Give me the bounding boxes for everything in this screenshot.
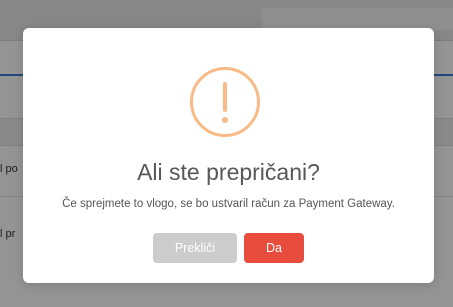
confirmation-dialog: Ali ste prepričani? Če sprejmete to vlog…: [23, 28, 434, 283]
exclamation-bar: [223, 82, 227, 112]
cancel-button[interactable]: Prekliči: [153, 233, 237, 263]
dialog-message: Če sprejmete to vlogo, se bo ustvaril ra…: [62, 198, 395, 210]
warning-exclamation-icon: [190, 67, 260, 137]
exclamation-dot: [222, 117, 228, 123]
confirm-button[interactable]: Da: [244, 233, 304, 263]
dialog-title: Ali ste prepričani?: [137, 159, 320, 185]
